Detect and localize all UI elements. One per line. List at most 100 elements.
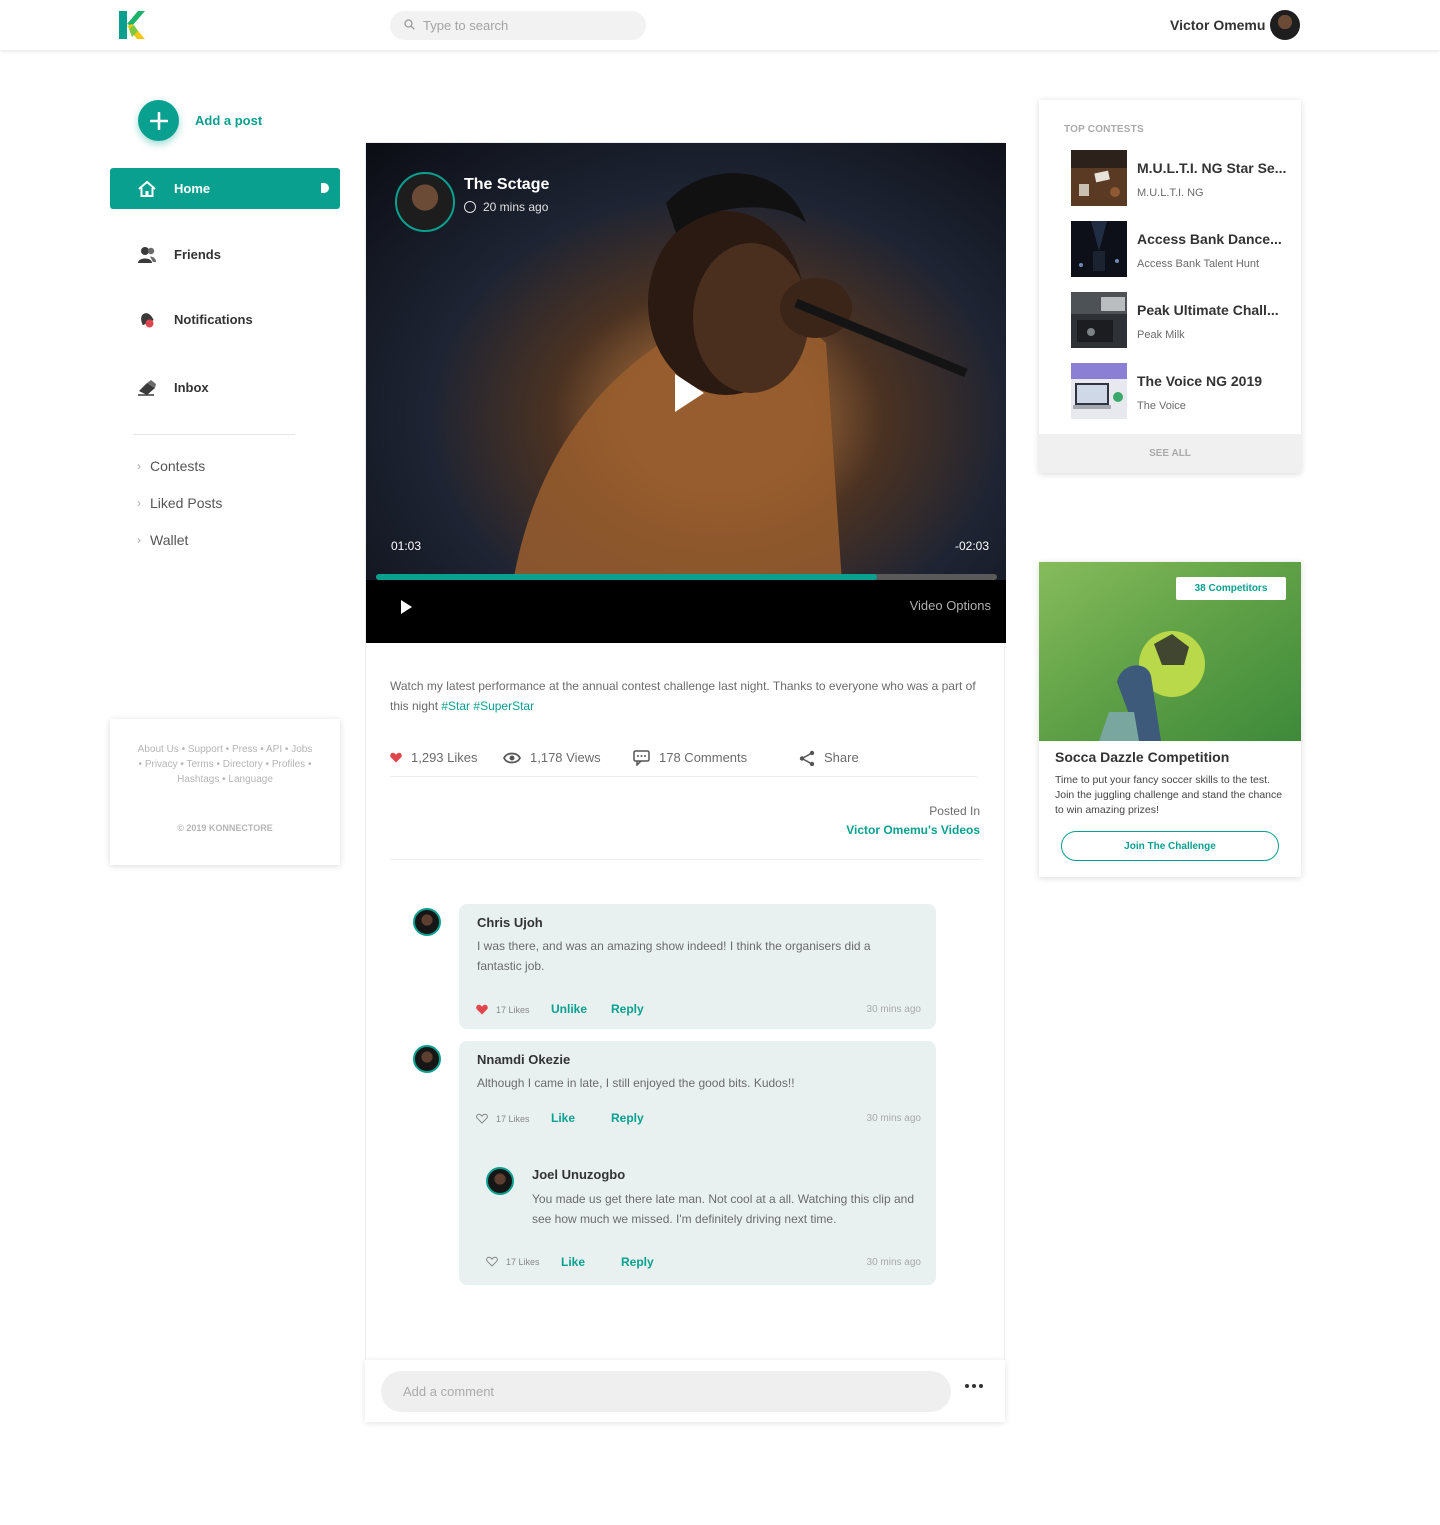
comments-count: 178 Comments — [659, 750, 748, 765]
share-button[interactable]: Share — [799, 750, 859, 766]
heart-outline-icon[interactable] — [486, 1256, 498, 1267]
sidebar-link-label: Contests — [150, 458, 206, 474]
like-button[interactable]: Like — [561, 1255, 585, 1269]
video-progress-bar[interactable] — [376, 574, 997, 580]
views-stat[interactable]: 1,178 Views — [503, 750, 633, 765]
plus-icon[interactable] — [138, 100, 179, 141]
contest-sponsor: M.U.L.T.I. NG — [1137, 187, 1204, 199]
share-icon — [799, 750, 815, 766]
top-bar: Victor Omemu — [0, 0, 1440, 50]
sidebar-link-liked-posts[interactable]: › Liked Posts — [137, 495, 222, 511]
promo-title[interactable]: Socca Dazzle Competition — [1055, 749, 1229, 765]
user-name[interactable]: Victor Omemu — [1170, 17, 1265, 33]
nav-notifications[interactable]: Notifications — [110, 299, 340, 340]
see-all-button[interactable]: SEE ALL — [1039, 434, 1301, 473]
nav-notifications-label: Notifications — [174, 312, 253, 327]
reply-likes: 17 Likes — [486, 1256, 540, 1267]
sidebar-link-contests[interactable]: › Contests — [137, 458, 205, 474]
heart-icon — [390, 752, 402, 763]
top-contests-card: TOP CONTESTS M.U.L.T.I. NG Star Se... M.… — [1039, 100, 1301, 473]
comment-icon — [633, 749, 650, 766]
heart-filled-icon[interactable] — [476, 1004, 488, 1015]
video-options-button[interactable]: Video Options — [910, 598, 991, 613]
competitors-badge: 38 Competitors — [1176, 577, 1286, 600]
comment-text: I was there, and was an amazing show ind… — [477, 939, 871, 973]
contest-sponsor: The Voice — [1137, 400, 1186, 412]
contest-title: Peak Ultimate Chall... — [1137, 302, 1279, 318]
chevron-right-icon: › — [137, 533, 141, 547]
comment: Chris Ujoh I was there, and was an amazi… — [459, 904, 936, 1029]
contest-title: Access Bank Dance... — [1137, 231, 1282, 247]
posted-in-link[interactable]: Victor Omemu's Videos — [846, 823, 980, 837]
heart-outline-icon[interactable] — [476, 1113, 488, 1124]
commenter-name[interactable]: Nnamdi Okezie — [477, 1052, 570, 1067]
promo-image[interactable]: 38 Competitors — [1039, 562, 1301, 741]
video-controls: Video Options — [366, 580, 1006, 643]
nav-inbox-label: Inbox — [174, 380, 209, 395]
search-icon — [404, 17, 415, 35]
elapsed-time: 01:03 — [391, 539, 422, 553]
commenter-avatar[interactable] — [413, 908, 441, 936]
reply-time: 30 mins ago — [866, 1257, 921, 1268]
contest-title: The Voice NG 2019 — [1137, 373, 1263, 389]
footer-links-line[interactable]: • Privacy • Terms • Directory • Profiles… — [124, 757, 326, 772]
contest-thumbnail — [1071, 221, 1127, 277]
join-challenge-button[interactable]: Join The Challenge — [1061, 831, 1279, 861]
likes-stat[interactable]: 1,293 Likes — [390, 750, 503, 765]
reply-button[interactable]: Reply — [611, 1111, 644, 1125]
sidebar-divider — [133, 434, 295, 435]
posted-in: Posted In Victor Omemu's Videos — [846, 804, 980, 837]
contest-thumbnail — [1071, 363, 1127, 419]
post-stats: 1,293 Likes 1,178 Views 178 Comments Sha… — [390, 747, 977, 777]
comments-stat[interactable]: 178 Comments — [633, 749, 799, 766]
add-post-label[interactable]: Add a post — [195, 113, 262, 128]
post-card: The Sctage 20 mins ago 01:03 -02:03 Vide… — [365, 142, 1006, 1422]
nav-home-label: Home — [174, 181, 211, 196]
contest-thumbnail — [1071, 150, 1127, 206]
play-icon[interactable] — [675, 374, 704, 412]
post-time: 20 mins ago — [464, 200, 548, 214]
contest-item[interactable]: The Voice NG 2019 The Voice — [1071, 363, 1291, 419]
contest-item[interactable]: M.U.L.T.I. NG Star Se... M.U.L.T.I. NG — [1071, 150, 1291, 206]
promo-card: 38 Competitors Socca Dazzle Competition … — [1039, 562, 1301, 877]
like-button[interactable]: Like — [551, 1111, 575, 1125]
contest-item[interactable]: Peak Ultimate Chall... Peak Milk — [1071, 292, 1291, 348]
footer-links-line[interactable]: About Us • Support • Press • API • Jobs — [124, 742, 326, 757]
comment-likes: 17 Likes — [476, 1004, 530, 1015]
channel-avatar[interactable] — [395, 172, 455, 232]
replier-avatar[interactable] — [486, 1167, 514, 1195]
search-bar[interactable] — [390, 11, 646, 40]
nav-friends[interactable]: Friends — [110, 234, 340, 275]
comment-input[interactable] — [381, 1371, 951, 1412]
channel-name[interactable]: The Sctage — [464, 176, 549, 194]
commenter-name[interactable]: Chris Ujoh — [477, 915, 543, 930]
more-options-icon[interactable] — [965, 1384, 983, 1388]
contest-sponsor: Access Bank Talent Hunt — [1137, 258, 1260, 270]
nav-home[interactable]: Home — [110, 168, 340, 209]
footer-links-line[interactable]: Hashtags • Language — [124, 772, 326, 787]
replier-name[interactable]: Joel Unuzogbo — [532, 1167, 625, 1182]
sidebar-link-wallet[interactable]: › Wallet — [137, 532, 188, 548]
contest-item[interactable]: Access Bank Dance... Access Bank Talent … — [1071, 221, 1291, 277]
add-post-button[interactable]: Add a post — [138, 100, 262, 141]
reply-button[interactable]: Reply — [621, 1255, 654, 1269]
post-hashtags[interactable]: #Star #SuperStar — [441, 699, 534, 713]
comment-text: Although I came in late, I still enjoyed… — [477, 1076, 795, 1090]
video-player[interactable]: The Sctage 20 mins ago 01:03 -02:03 Vide… — [366, 143, 1006, 643]
sidebar-link-label: Liked Posts — [150, 495, 223, 511]
posted-in-label: Posted In — [929, 804, 980, 818]
nav-inbox[interactable]: Inbox — [110, 367, 340, 408]
unlike-button[interactable]: Unlike — [551, 1002, 587, 1016]
active-indicator — [321, 183, 329, 193]
search-input[interactable] — [423, 18, 623, 33]
user-avatar[interactable] — [1270, 10, 1300, 40]
footer-links[interactable]: About Us • Support • Press • API • Jobs … — [124, 742, 326, 787]
play-button[interactable] — [401, 600, 412, 614]
comment-likes-count: 17 Likes — [496, 1004, 530, 1015]
reply-text: You made us get there late man. Not cool… — [532, 1192, 914, 1226]
commenter-avatar[interactable] — [413, 1045, 441, 1073]
contest-sponsor: Peak Milk — [1137, 329, 1185, 341]
konnectore-logo[interactable] — [119, 11, 145, 39]
eye-icon — [503, 752, 521, 764]
reply-button[interactable]: Reply — [611, 1002, 644, 1016]
